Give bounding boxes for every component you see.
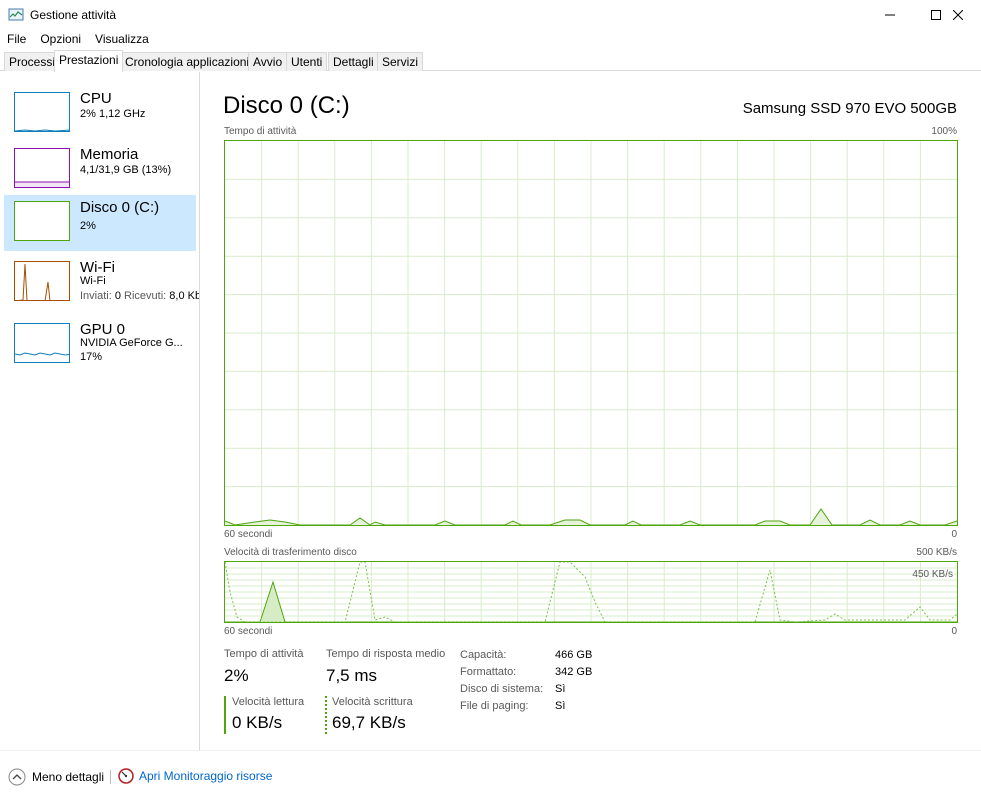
- tab-processes[interactable]: Processi: [4, 52, 61, 71]
- window-title: Gestione attività: [30, 8, 117, 22]
- tab-performance[interactable]: Prestazioni: [54, 50, 124, 72]
- fewer-details-label: Meno dettagli: [32, 770, 105, 784]
- tab-startup[interactable]: Avvio: [248, 52, 288, 71]
- tab-users[interactable]: Utenti: [286, 52, 328, 71]
- system-disk-value: Sì: [555, 683, 566, 695]
- tab-app-history[interactable]: Cronologia applicazioni: [120, 52, 255, 71]
- transfer-graph-max: 500 KB/s: [916, 547, 957, 558]
- formatted-value: 342 GB: [555, 666, 593, 678]
- response-stat-value: 7,5 ms: [326, 666, 378, 685]
- disk-mini-graph: [14, 201, 70, 241]
- open-resource-monitor-label: Apri Monitoraggio risorse: [139, 769, 273, 783]
- capacity-label: Capacità:: [460, 649, 507, 661]
- resource-sidebar: CPU 2% 1,12 GHz Memoria 4,1/31,9 GB (13%…: [0, 72, 200, 750]
- memory-mini-graph: [14, 148, 70, 188]
- open-resource-monitor-link[interactable]: Apri Monitoraggio risorse: [118, 768, 272, 784]
- transfer-graph-marker: 450 KB/s: [912, 569, 953, 580]
- minimize-button[interactable]: [867, 0, 913, 30]
- activity-stat-label: Tempo di attività: [224, 648, 304, 660]
- sidebar-item-wifi[interactable]: Wi-Fi Wi-Fi Inviati: 0 Ricevuti: 8,0 Kb: [4, 255, 199, 311]
- read-speed-legend-bar: [224, 696, 226, 734]
- footer: Meno dettagli Apri Monitoraggio risorse: [0, 750, 981, 800]
- write-speed-legend-bar: [325, 696, 327, 734]
- sidebar-item-label: Wi-Fi: [80, 259, 115, 276]
- sidebar-item-detail: 4,1/31,9 GB (13%): [80, 164, 172, 176]
- wifi-mini-graph: [14, 261, 70, 301]
- page-title: Disco 0 (C:): [223, 92, 350, 119]
- fewer-details-button[interactable]: Meno dettagli: [8, 768, 104, 786]
- activity-graph-time: 60 secondi: [224, 529, 273, 540]
- footer-separator: [110, 770, 111, 784]
- transfer-graph-min: 0: [951, 626, 957, 637]
- transfer-graph-label: Velocità di trasferimento disco: [224, 547, 357, 558]
- chevron-up-icon: [8, 768, 26, 786]
- close-button[interactable]: [935, 0, 981, 30]
- transfer-graph: 450 KB/s: [224, 561, 958, 623]
- minimize-icon: [885, 14, 895, 16]
- sidebar-item-memory[interactable]: Memoria 4,1/31,9 GB (13%): [4, 142, 196, 198]
- activity-graph-min: 0: [951, 529, 957, 540]
- tab-details[interactable]: Dettagli: [328, 52, 379, 71]
- activity-graph: [224, 140, 958, 526]
- task-manager-icon: [8, 8, 24, 21]
- activity-stat-value: 2%: [224, 666, 249, 685]
- menu-bar: File Opzioni Visualizza: [0, 30, 981, 48]
- sidebar-item-detail: NVIDIA GeForce G...: [80, 337, 183, 349]
- sidebar-item-label: CPU: [80, 90, 112, 107]
- close-icon: [953, 10, 963, 20]
- sidebar-item-detail: Wi-Fi: [80, 275, 106, 287]
- title-bar: Gestione attività: [0, 0, 981, 30]
- read-speed-value: 0 KB/s: [232, 713, 283, 732]
- system-disk-label: Disco di sistema:: [460, 683, 544, 695]
- sidebar-item-detail-2: 17%: [80, 351, 103, 363]
- paging-file-label: File di paging:: [460, 700, 529, 712]
- sidebar-item-detail: 2% 1,12 GHz: [80, 108, 146, 120]
- sidebar-item-label: Memoria: [80, 146, 139, 163]
- sidebar-item-detail: 2%: [80, 220, 96, 232]
- menu-view[interactable]: Visualizza: [88, 32, 156, 46]
- disk-detail-panel: Disco 0 (C:) Samsung SSD 970 EVO 500GB T…: [201, 72, 981, 750]
- sidebar-item-label: GPU 0: [80, 321, 126, 338]
- gpu-mini-graph: [14, 323, 70, 363]
- tab-services[interactable]: Servizi: [377, 52, 424, 71]
- formatted-label: Formattato:: [460, 666, 517, 678]
- activity-graph-label: Tempo di attività: [224, 126, 297, 137]
- sidebar-item-label: Disco 0 (C:): [80, 199, 160, 216]
- sidebar-item-gpu[interactable]: GPU 0 NVIDIA GeForce G... 17%: [4, 317, 196, 373]
- read-speed-label: Velocità lettura: [232, 696, 305, 708]
- write-speed-label: Velocità scrittura: [332, 696, 413, 708]
- transfer-graph-time: 60 secondi: [224, 626, 273, 637]
- menu-options[interactable]: Opzioni: [33, 32, 88, 46]
- response-stat-label: Tempo di risposta medio: [326, 648, 446, 660]
- capacity-value: 466 GB: [555, 649, 593, 661]
- paging-file-value: Sì: [555, 700, 566, 712]
- write-speed-value: 69,7 KB/s: [332, 713, 406, 732]
- cpu-mini-graph: [14, 92, 70, 132]
- menu-file[interactable]: File: [0, 32, 33, 46]
- disk-model: Samsung SSD 970 EVO 500GB: [742, 100, 957, 117]
- sidebar-item-detail-2: Inviati: 0 Ricevuti: 8,0 Kb: [80, 290, 200, 302]
- sidebar-item-disk[interactable]: Disco 0 (C:) 2%: [4, 195, 196, 251]
- activity-graph-max: 100%: [931, 126, 957, 137]
- tab-strip: Processi Prestazioni Cronologia applicaz…: [0, 50, 981, 72]
- resource-monitor-icon: [118, 768, 134, 784]
- sidebar-item-cpu[interactable]: CPU 2% 1,12 GHz: [4, 86, 196, 142]
